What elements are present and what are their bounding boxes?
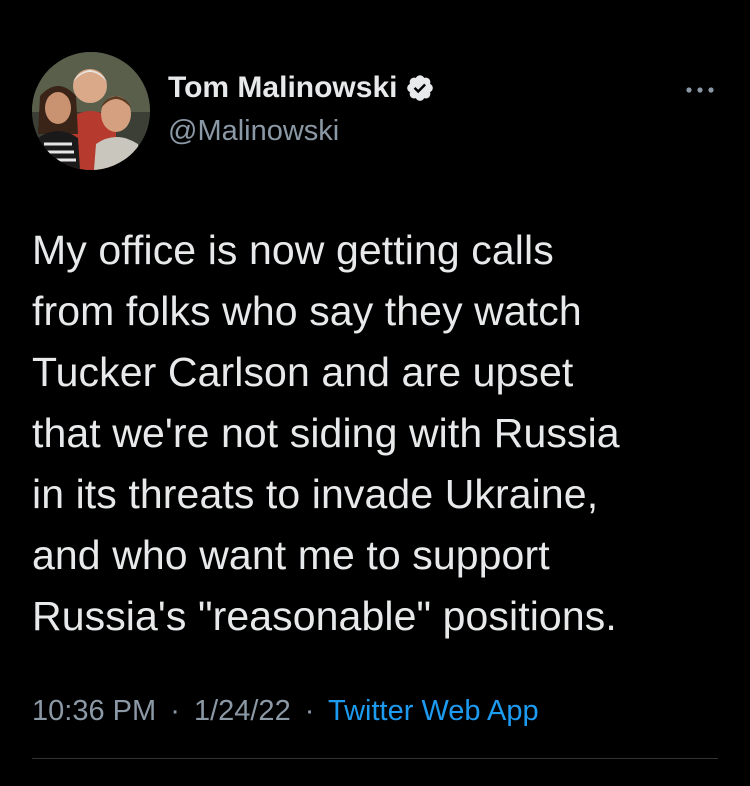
meta-separator: ·: [170, 695, 180, 727]
divider: [32, 758, 718, 759]
author-handle[interactable]: @Malinowski: [168, 114, 339, 148]
meta-separator: ·: [304, 695, 315, 727]
more-options-icon[interactable]: [678, 78, 722, 102]
author-display-name[interactable]: Tom Malinowski: [168, 70, 397, 106]
tweet-metadata: 10:36 PM · 1/24/22 · Twitter Web App: [32, 693, 539, 729]
author-name-row[interactable]: Tom Malinowski: [168, 70, 435, 106]
tweet-source-link[interactable]: Twitter Web App: [328, 695, 539, 727]
tweet-text: My office is now getting calls from folk…: [32, 227, 620, 639]
author-avatar[interactable]: [32, 52, 150, 170]
tweet-date[interactable]: 1/24/22: [194, 695, 291, 727]
verified-badge-icon: [405, 73, 435, 103]
tweet-detail: Tom Malinowski @Malinowski My office is …: [0, 0, 750, 786]
tweet-time[interactable]: 10:36 PM: [32, 695, 156, 727]
